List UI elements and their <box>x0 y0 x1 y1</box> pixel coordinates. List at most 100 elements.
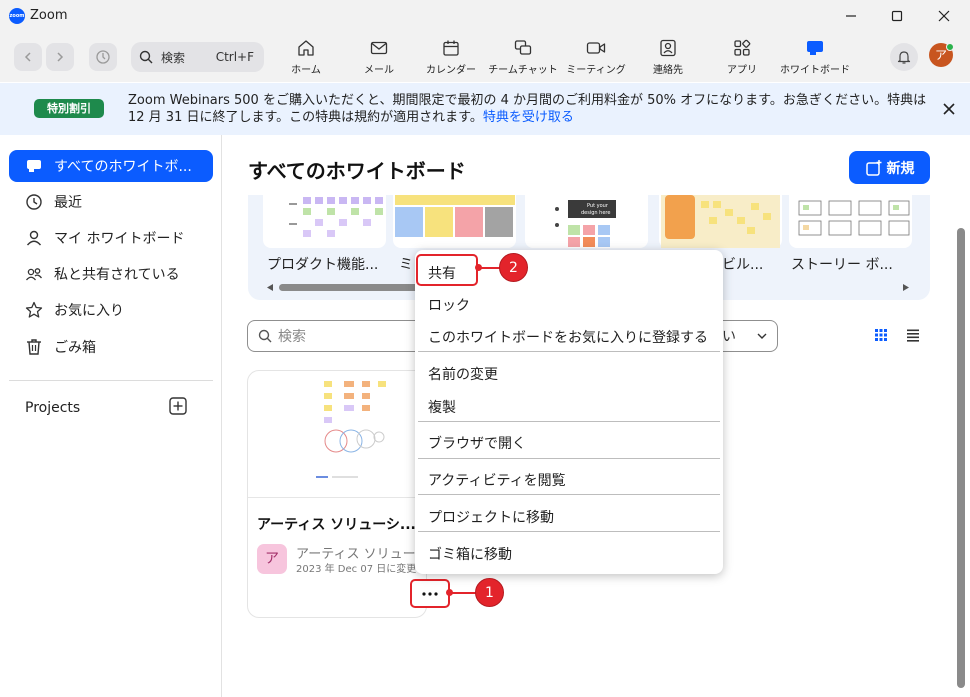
whiteboard-search-input[interactable]: 検索 <box>247 320 427 352</box>
share-highlight <box>416 254 478 286</box>
card-title: アーティス ソリューシ... <box>257 517 416 533</box>
more-options-button[interactable] <box>410 579 450 608</box>
global-search[interactable]: 検索 Ctrl+F <box>131 42 264 72</box>
video-icon <box>586 42 606 54</box>
chevron-left-icon <box>24 52 31 62</box>
nav-calendar-label: カレンダー <box>426 65 476 76</box>
menu-divider <box>418 458 720 459</box>
clock-icon <box>26 194 42 210</box>
menu-item-move-to-project[interactable]: プロジェクトに移動 <box>428 507 554 527</box>
menu-item-duplicate[interactable]: 複製 <box>428 397 456 417</box>
title-bar: zoom Zoom <box>0 0 970 32</box>
template-2[interactable] <box>393 195 516 248</box>
main-scrollbar[interactable] <box>957 228 965 688</box>
template-product-features[interactable] <box>263 195 386 248</box>
back-button[interactable] <box>14 43 42 71</box>
context-menu: 共有 ロック このホワイトボードをお気に入りに登録する 名前の変更 複製 ブラウ… <box>415 250 723 574</box>
nav-apps-label: アプリ <box>727 65 757 76</box>
menu-item-view-activity[interactable]: アクティビティを閲覧 <box>428 470 566 490</box>
add-project-button[interactable] <box>169 397 187 415</box>
whiteboard-icon <box>807 41 823 55</box>
template-thumbnail <box>798 200 910 236</box>
close-icon <box>938 10 950 22</box>
people-icon <box>25 268 43 281</box>
main-toolbar: 検索 Ctrl+F ホーム メール カレンダー チームチャット ミーティング 連… <box>0 32 970 82</box>
template-thumbnail <box>395 195 515 237</box>
menu-divider <box>418 421 720 422</box>
nav-mail[interactable]: メール <box>343 38 415 78</box>
whiteboard-icon <box>27 160 41 172</box>
sidebar-item-my-whiteboards[interactable]: マイ ホワイトボード <box>9 222 213 254</box>
menu-item-move-to-trash[interactable]: ゴミ箱に移動 <box>428 544 512 564</box>
sidebar-item-shared-with-me[interactable]: 私と共有されている <box>9 258 213 290</box>
home-icon <box>298 40 314 56</box>
nav-whiteboard[interactable]: ホワイトボード <box>779 38 851 78</box>
banner-close-button[interactable] <box>940 100 958 118</box>
scrollbar-thumb[interactable] <box>279 284 419 291</box>
callout-2-line <box>479 267 501 269</box>
minimize-icon <box>846 15 856 17</box>
nav-contacts[interactable]: 連絡先 <box>632 38 704 78</box>
card-thumbnail-image <box>316 381 386 478</box>
minimize-button[interactable] <box>836 4 866 28</box>
calendar-icon <box>443 40 459 56</box>
menu-item-rename[interactable]: 名前の変更 <box>428 364 498 384</box>
sidebar-item-recent[interactable]: 最近 <box>9 186 213 218</box>
template-label: ビル... <box>722 257 764 273</box>
history-icon <box>96 50 110 64</box>
svg-text:design here: design here <box>581 210 610 216</box>
mail-icon <box>370 41 388 55</box>
nav-team-chat[interactable]: チームチャット <box>487 38 559 78</box>
close-icon <box>943 103 955 115</box>
nav-meeting[interactable]: ミーティング <box>560 38 632 78</box>
sidebar-item-label: すべてのホワイトボ... <box>54 159 192 175</box>
bell-icon <box>897 51 911 64</box>
list-view-button[interactable] <box>906 327 920 342</box>
whiteboard-card[interactable]: アーティス ソリューシ... ア アーティス ソリューシ 2023 年 Dec … <box>247 370 427 618</box>
nav-meeting-label: ミーティング <box>566 65 626 76</box>
maximize-icon <box>891 10 903 22</box>
apps-icon <box>734 39 751 56</box>
card-thumbnail <box>248 371 426 498</box>
menu-item-lock[interactable]: ロック <box>428 295 470 315</box>
sort-value: い <box>722 329 736 345</box>
forward-button[interactable] <box>46 43 74 71</box>
nav-apps[interactable]: アプリ <box>706 38 778 78</box>
callout-step-1: 1 <box>475 578 504 607</box>
page-title: すべてのホワイトボード <box>248 159 466 183</box>
grid-view-button[interactable] <box>874 327 888 341</box>
template-storyboard[interactable] <box>789 195 912 248</box>
maximize-button[interactable] <box>882 4 912 28</box>
promo-link[interactable]: 特典を受け取る <box>483 110 574 125</box>
template-thumbnail <box>289 197 383 237</box>
presence-indicator <box>946 43 954 51</box>
close-window-button[interactable] <box>929 4 959 28</box>
search-placeholder: 検索 <box>278 329 306 345</box>
template-label: ストーリー ボ... <box>791 257 893 273</box>
nav-calendar[interactable]: カレンダー <box>415 38 487 78</box>
template-4[interactable] <box>659 195 782 248</box>
sidebar-item-all-whiteboards[interactable]: すべてのホワイトボ... <box>9 150 213 182</box>
template-label: ミ <box>399 257 413 273</box>
new-whiteboard-icon <box>865 159 881 176</box>
new-whiteboard-button[interactable]: 新規 <box>849 151 930 184</box>
nav-mail-label: メール <box>364 65 394 76</box>
menu-divider <box>418 531 720 532</box>
sidebar: すべてのホワイトボ... 最近 マイ ホワイトボード 私と共有されている お気に… <box>0 135 222 697</box>
template3-text: Put your <box>587 203 609 209</box>
sidebar-item-label: マイ ホワイトボード <box>54 231 185 247</box>
nav-home[interactable]: ホーム <box>270 38 342 78</box>
menu-divider <box>418 351 720 352</box>
template-3[interactable]: Put your design here <box>525 195 648 248</box>
callout-step-2: 2 <box>499 253 528 282</box>
menu-item-open-in-browser[interactable]: ブラウザで開く <box>428 433 526 453</box>
zoom-logo: zoom <box>9 8 25 24</box>
menu-item-add-favorite[interactable]: このホワイトボードをお気に入りに登録する <box>428 327 708 347</box>
nav-whiteboard-label: ホワイトボード <box>780 65 850 76</box>
list-icon <box>907 329 919 342</box>
notifications-button[interactable] <box>890 43 918 71</box>
history-button[interactable] <box>89 43 117 71</box>
sidebar-item-trash[interactable]: ごみ箱 <box>9 331 213 363</box>
sidebar-item-label: 私と共有されている <box>54 267 180 283</box>
sidebar-item-favorites[interactable]: お気に入り <box>9 294 213 326</box>
